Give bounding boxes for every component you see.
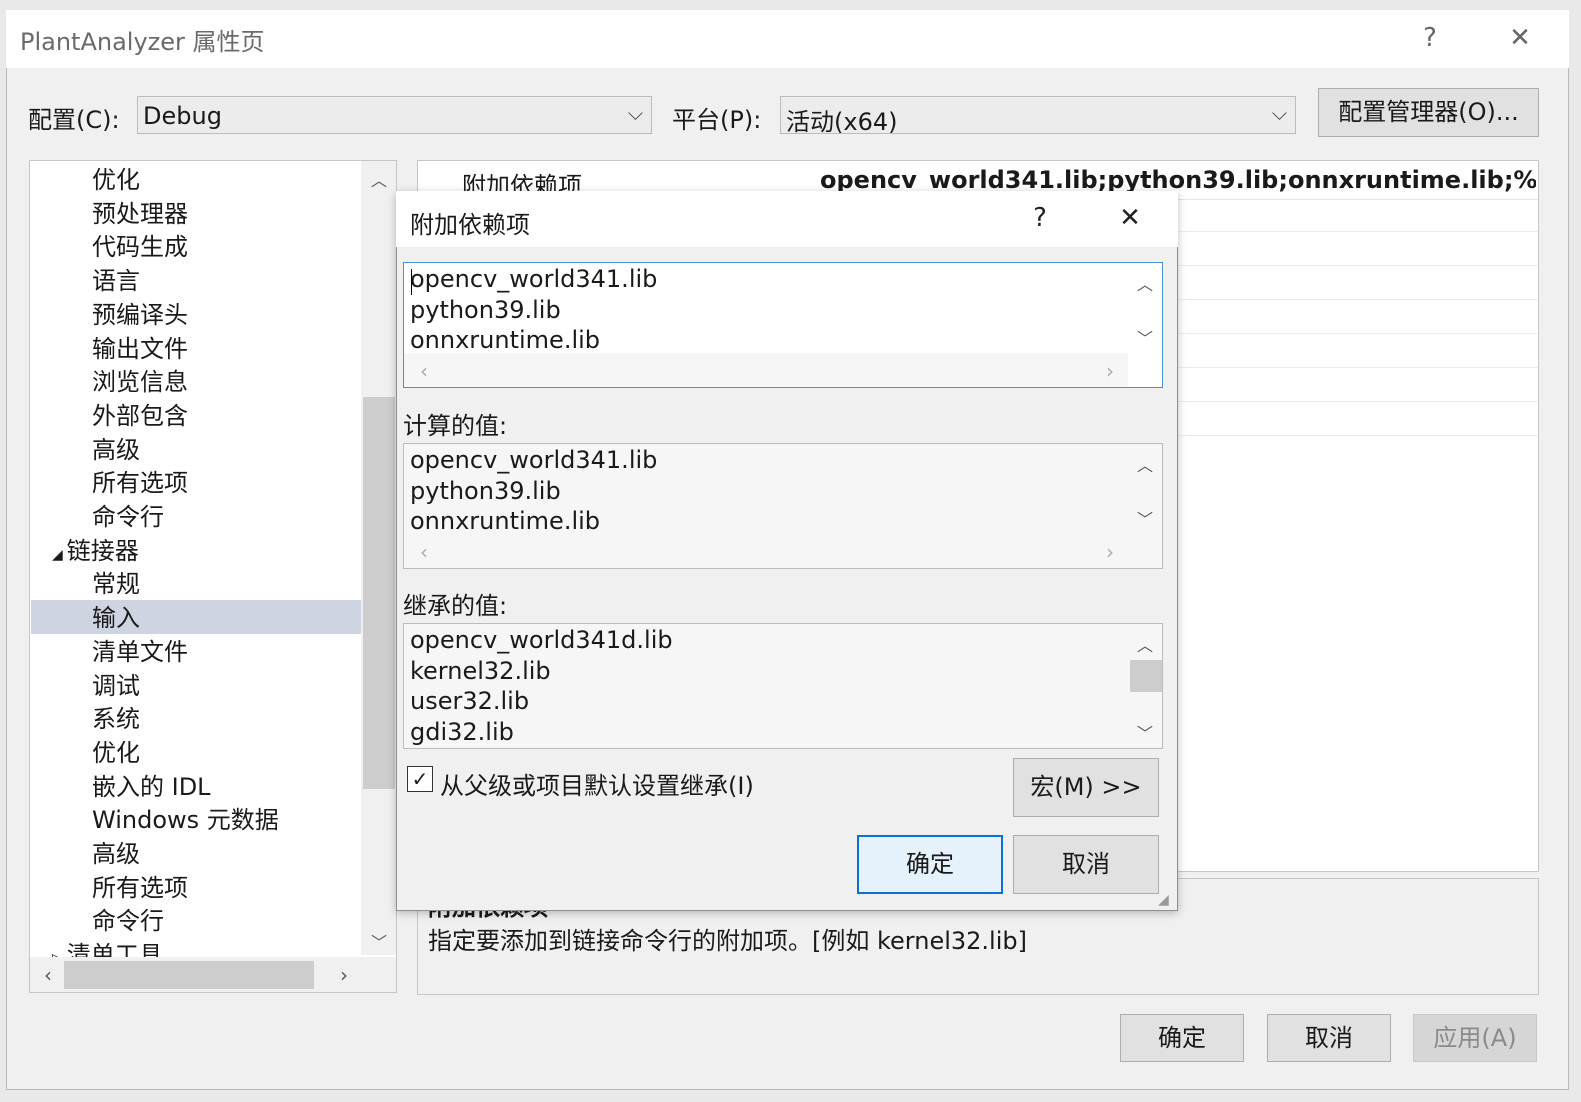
scroll-left-icon[interactable]: ‹ bbox=[412, 359, 436, 383]
tree-item[interactable]: 清单文件 bbox=[92, 635, 188, 669]
ok-button[interactable]: 确定 bbox=[1120, 1014, 1244, 1062]
chevron-down-icon: ⌵ bbox=[627, 101, 643, 125]
scroll-left-icon[interactable]: ‹ bbox=[412, 540, 436, 564]
tree-item[interactable]: 语言 bbox=[92, 264, 140, 298]
tree-item[interactable]: 高级 bbox=[92, 837, 140, 871]
tree-item[interactable]: 嵌入的 IDL bbox=[92, 770, 211, 804]
scroll-right-icon[interactable]: › bbox=[1098, 359, 1122, 383]
checkmark-icon: ✓ bbox=[411, 767, 429, 791]
tree-item-label: 链接器 bbox=[66, 536, 139, 565]
close-icon[interactable]: ✕ bbox=[1500, 20, 1540, 56]
property-value: opencv_world341.lib;python39.lib;onnxrun… bbox=[820, 166, 1536, 194]
scroll-right-icon[interactable]: › bbox=[330, 963, 358, 987]
inherited-values-box[interactable]: opencv_world341d.lib kernel32.lib user32.l… bbox=[403, 623, 1163, 749]
scroll-right-icon[interactable]: › bbox=[1098, 540, 1122, 564]
tree-item[interactable]: 常规 bbox=[92, 567, 140, 601]
tree-item-input-selected[interactable]: 输入 bbox=[92, 601, 140, 635]
tree-item[interactable]: 外部包含 bbox=[92, 399, 188, 433]
tree-item[interactable]: Windows 元数据 bbox=[92, 803, 279, 837]
tree-item[interactable]: 优化 bbox=[92, 163, 140, 197]
tree-selection-highlight bbox=[31, 600, 361, 634]
edit-horizontal-scrollbar[interactable] bbox=[404, 353, 1128, 387]
platform-select[interactable]: 活动(x64) ⌵ bbox=[780, 96, 1296, 136]
list-line: user32.lib bbox=[410, 687, 530, 716]
dependencies-edit-box[interactable]: opencv_world341.lib python39.lib onnxrunti… bbox=[403, 262, 1163, 388]
dialog-help-icon[interactable]: ? bbox=[1020, 200, 1060, 236]
cancel-button[interactable]: 取消 bbox=[1267, 1014, 1391, 1062]
scroll-down-icon[interactable]: ﹀ bbox=[361, 929, 396, 953]
inherit-checkbox[interactable]: ✓ bbox=[407, 766, 433, 792]
tree-item[interactable]: 命令行 bbox=[92, 500, 164, 534]
computed-values-label: 计算的值: bbox=[403, 412, 508, 440]
list-line: onnxruntime.lib bbox=[410, 507, 601, 536]
help-icon[interactable]: ? bbox=[1410, 20, 1450, 56]
tree-item[interactable]: 预编译头 bbox=[92, 298, 188, 332]
chevron-down-icon: ⌵ bbox=[1271, 101, 1287, 125]
list-line: opencv_world341.lib bbox=[410, 446, 658, 474]
window-title: PlantAnalyzer 属性页 bbox=[20, 28, 265, 56]
list-line: python39.lib bbox=[410, 476, 561, 505]
inherited-values-label: 继承的值: bbox=[403, 592, 508, 620]
list-line: kernel32.lib bbox=[410, 656, 551, 685]
apply-button[interactable]: 应用(A) bbox=[1413, 1014, 1537, 1062]
scroll-up-icon[interactable]: ︿ bbox=[361, 167, 396, 191]
tree-item[interactable]: 命令行 bbox=[92, 904, 164, 938]
tree-item[interactable]: 所有选项 bbox=[92, 466, 188, 500]
platform-value: 活动(x64) bbox=[786, 108, 898, 136]
scroll-up-icon[interactable]: ︿ bbox=[1130, 271, 1160, 295]
list-line: onnxruntime.lib bbox=[410, 326, 601, 355]
tree-item[interactable]: 所有选项 bbox=[92, 871, 188, 905]
tree-hscroll-thumb[interactable] bbox=[64, 961, 314, 989]
dialog-cancel-button[interactable]: 取消 bbox=[1013, 835, 1159, 894]
tree-vscroll-thumb[interactable] bbox=[363, 397, 395, 789]
tree-item[interactable]: 优化 bbox=[92, 736, 140, 770]
tree-item[interactable]: 预处理器 bbox=[92, 197, 188, 231]
inherited-vscroll-thumb[interactable] bbox=[1130, 660, 1162, 692]
config-value: Debug bbox=[143, 102, 222, 130]
tree-item[interactable]: 系统 bbox=[92, 702, 140, 736]
config-label: 配置(C): bbox=[28, 106, 120, 134]
dialog-close-icon[interactable]: ✕ bbox=[1110, 200, 1150, 236]
inherit-checkbox-label[interactable]: 从父级或项目默认设置继承(I) bbox=[440, 766, 754, 801]
platform-label: 平台(P): bbox=[672, 106, 762, 134]
scroll-up-icon[interactable]: ︿ bbox=[1130, 632, 1160, 656]
scroll-down-icon[interactable]: ﹀ bbox=[1130, 325, 1160, 349]
tree-item-linker[interactable]: ◢ 链接器 bbox=[52, 534, 139, 568]
tree-item[interactable]: 浏览信息 bbox=[92, 365, 188, 399]
scroll-left-icon[interactable]: ‹ bbox=[34, 963, 62, 987]
scroll-up-icon[interactable]: ︿ bbox=[1130, 452, 1160, 476]
list-line: opencv_world341.lib bbox=[410, 265, 658, 293]
tree-item[interactable]: 代码生成 bbox=[92, 230, 188, 264]
list-line: opencv_world341d.lib bbox=[410, 626, 673, 654]
property-tree: 优化 预处理器 代码生成 语言 预编译头 输出文件 浏览信息 外部包含 高级 所有选项 命令行 ◢ 链接… bbox=[29, 160, 397, 993]
dialog-title: 附加依赖项 bbox=[410, 211, 530, 239]
tree-item[interactable]: 调试 bbox=[92, 669, 140, 703]
list-line: python39.lib bbox=[410, 295, 561, 324]
dialog-ok-button[interactable]: 确定 bbox=[857, 835, 1003, 894]
tree-item[interactable]: 高级 bbox=[92, 433, 140, 467]
macro-button[interactable]: 宏(M) >> bbox=[1013, 758, 1159, 817]
expand-toggle-icon[interactable]: ◢ bbox=[52, 547, 63, 563]
scroll-down-icon[interactable]: ﹀ bbox=[1130, 506, 1160, 530]
computed-values-box[interactable]: opencv_world341.lib python39.lib onnxrunti… bbox=[403, 443, 1163, 569]
resize-grip-icon[interactable]: ◢ bbox=[1158, 892, 1169, 908]
config-select[interactable]: Debug ⌵ bbox=[137, 96, 652, 134]
list-line: gdi32.lib bbox=[410, 717, 514, 746]
text-caret bbox=[411, 269, 412, 295]
scroll-down-icon[interactable]: ﹀ bbox=[1130, 720, 1160, 744]
description-text: 指定要添加到链接命令行的附加项。[例如 kernel32.lib] bbox=[428, 927, 1027, 955]
config-manager-button[interactable]: 配置管理器(O)... bbox=[1318, 88, 1539, 137]
tree-item[interactable]: 输出文件 bbox=[92, 332, 188, 366]
